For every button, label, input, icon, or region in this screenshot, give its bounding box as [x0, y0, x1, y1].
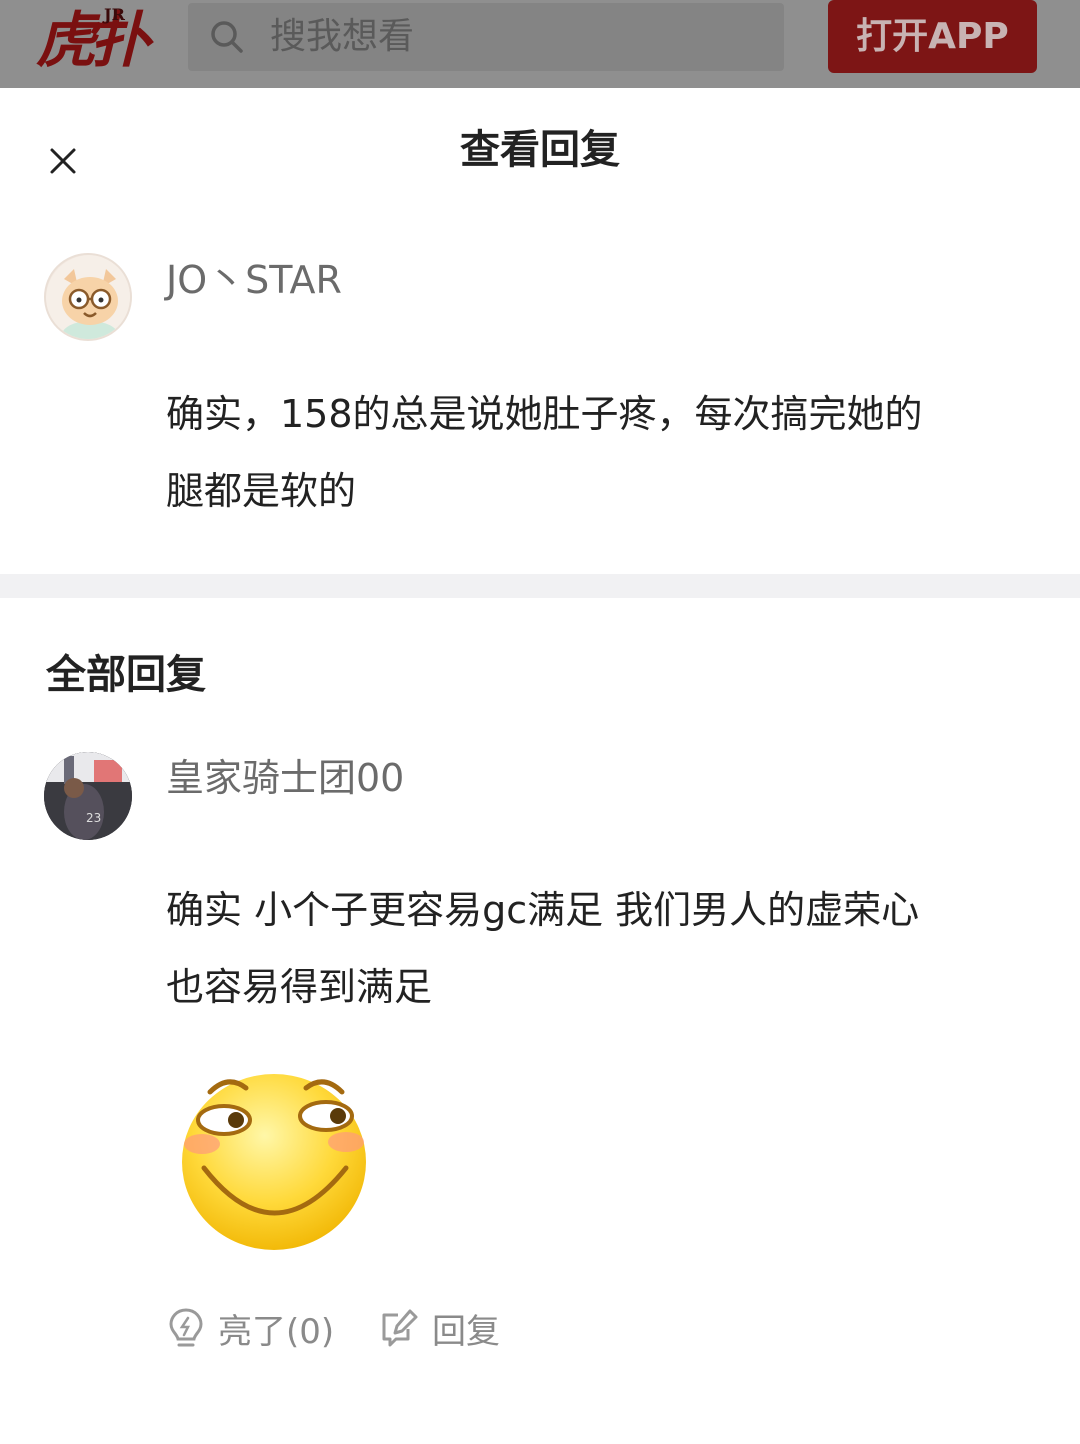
lightbulb-icon — [169, 1308, 203, 1347]
avatar[interactable]: 23 — [44, 752, 132, 840]
comment-text: 确实，158的总是说她肚子疼，每次搞完她的 腿都是软的 — [166, 376, 1046, 530]
reply-text-line: 也容易得到满足 — [166, 965, 433, 1009]
avatar[interactable] — [44, 253, 132, 341]
comment-username[interactable]: JO丶STAR — [166, 256, 342, 304]
svg-text:23: 23 — [86, 811, 101, 825]
like-label: 亮了(0) — [218, 1311, 335, 1352]
comment-text-line: 腿都是软的 — [166, 469, 357, 513]
logo-badge: JR — [104, 5, 125, 24]
reply-button[interactable]: 回复 — [378, 1300, 500, 1356]
section-divider — [0, 574, 1080, 598]
open-app-button[interactable]: 打开APP — [828, 0, 1037, 73]
page-title: 查看回复 — [460, 127, 620, 173]
search-input[interactable]: 搜我想看 — [188, 3, 784, 71]
top-header: 虎扑 JR 搜我想看 打开APP — [0, 0, 1080, 88]
reply-text: 确实 小个子更容易gc满足 我们男人的虚荣心 也容易得到满足 — [166, 872, 1046, 1026]
section-title: 全部回复 — [46, 652, 206, 698]
hupu-logo[interactable]: 虎扑 JR — [36, 4, 150, 78]
reply-label: 回复 — [432, 1311, 500, 1352]
reply-text-line: 确实 小个子更容易gc满足 我们男人的虚荣心 — [166, 888, 920, 932]
reply-username[interactable]: 皇家骑士团00 — [166, 754, 404, 802]
grinning-emoji-icon — [182, 1074, 366, 1250]
comment-text-line: 确实，158的总是说她肚子疼，每次搞完她的 — [166, 392, 923, 436]
search-placeholder: 搜我想看 — [270, 16, 415, 57]
sheet-header: 查看回复 — [0, 88, 1080, 218]
logo-text: 虎扑 — [36, 6, 150, 76]
edit-reply-icon — [382, 1309, 418, 1347]
player-photo-avatar-icon: 23 — [44, 752, 132, 840]
cat-avatar-icon — [46, 255, 130, 339]
like-button[interactable]: 亮了(0) — [166, 1300, 334, 1356]
search-icon — [211, 21, 243, 53]
